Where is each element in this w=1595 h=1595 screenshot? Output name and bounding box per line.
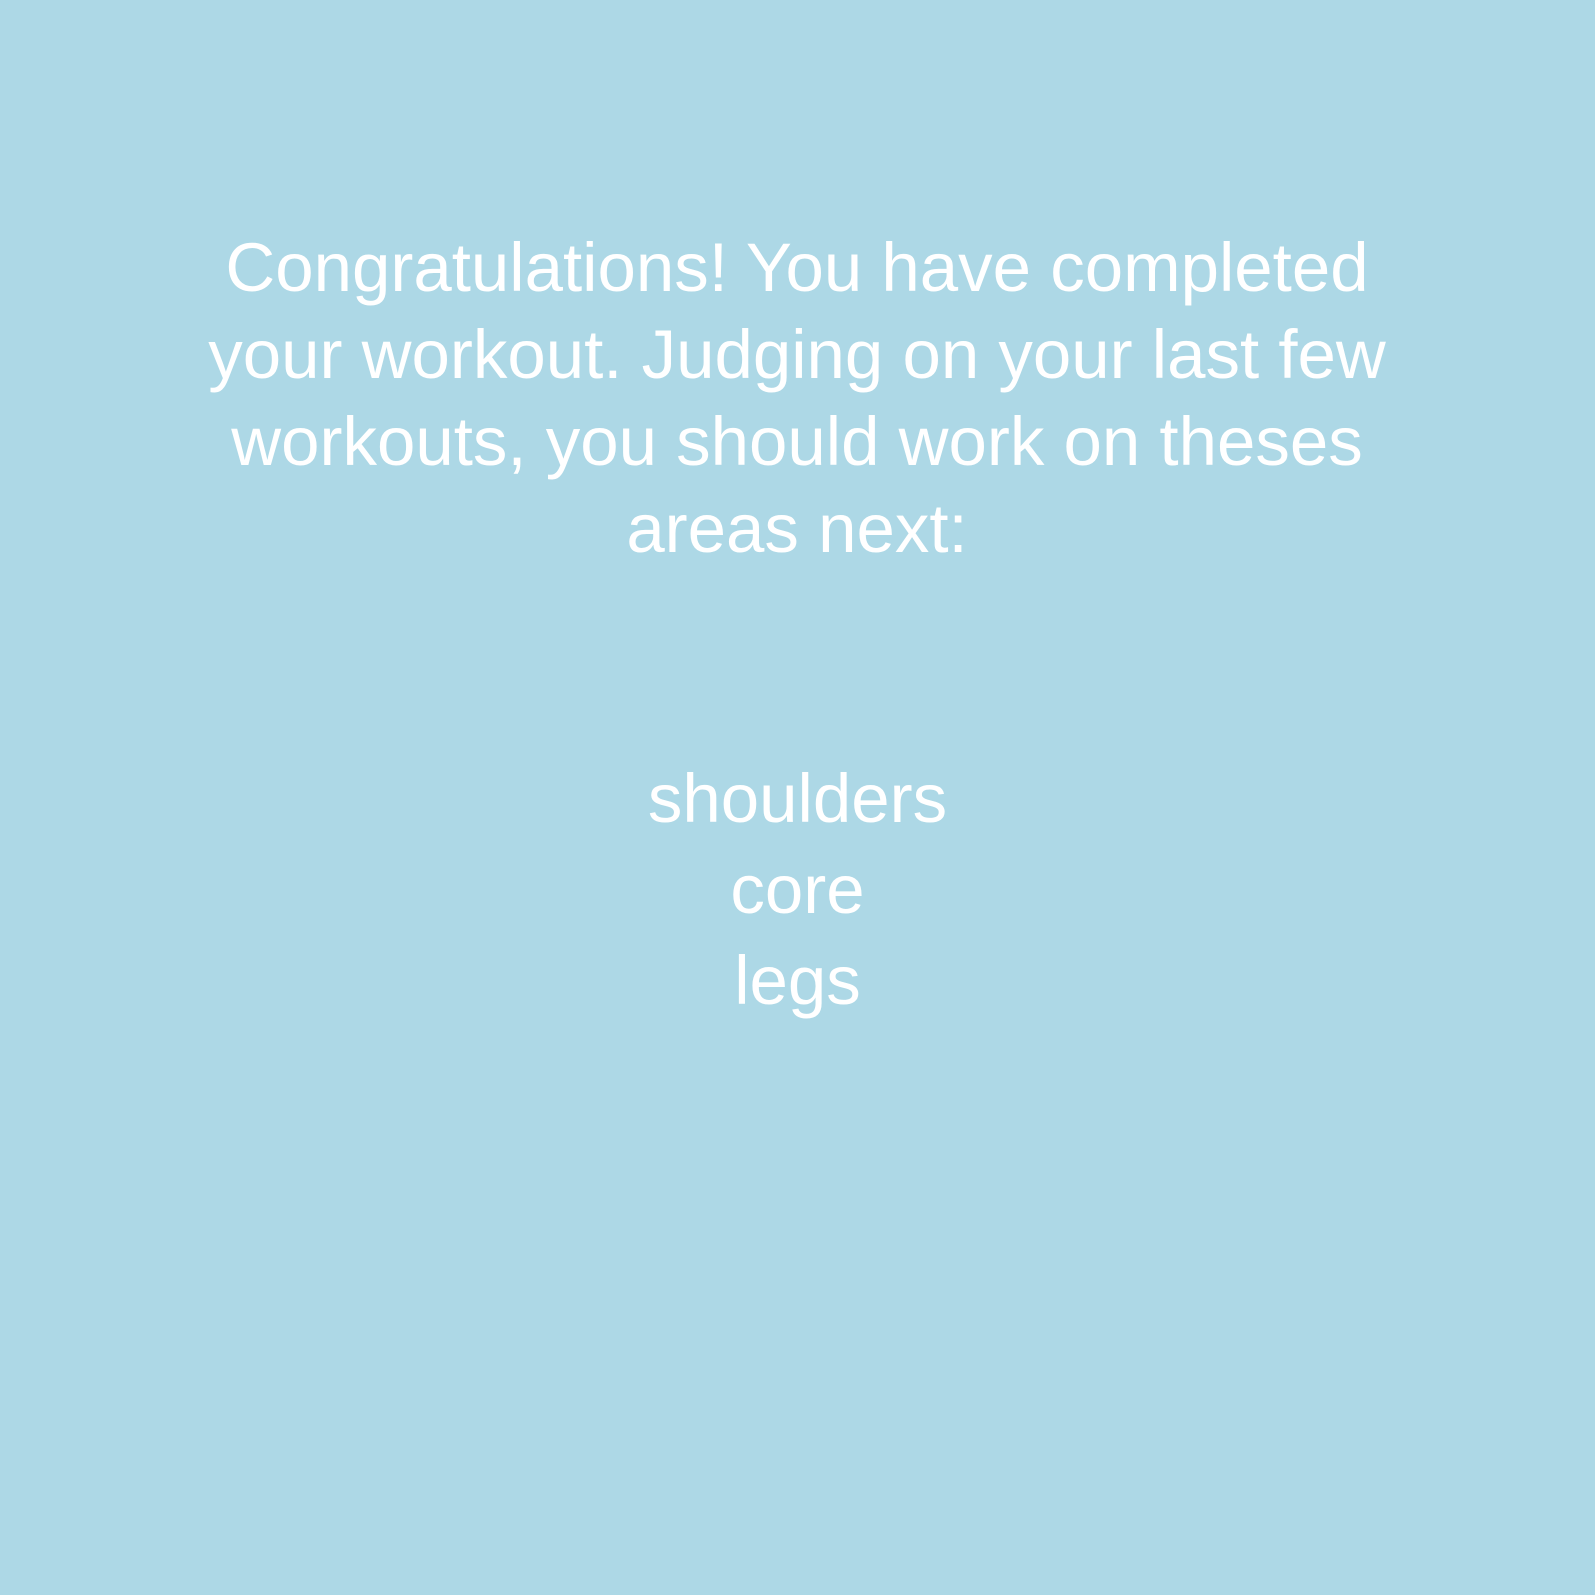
focus-areas-list: shoulders core legs: [0, 753, 1595, 1026]
focus-area-item: shoulders: [647, 760, 948, 837]
focus-area-item: core: [730, 851, 865, 928]
completion-message: Congratulations! You have completed your…: [208, 229, 1386, 567]
focus-area-item: legs: [734, 942, 861, 1019]
